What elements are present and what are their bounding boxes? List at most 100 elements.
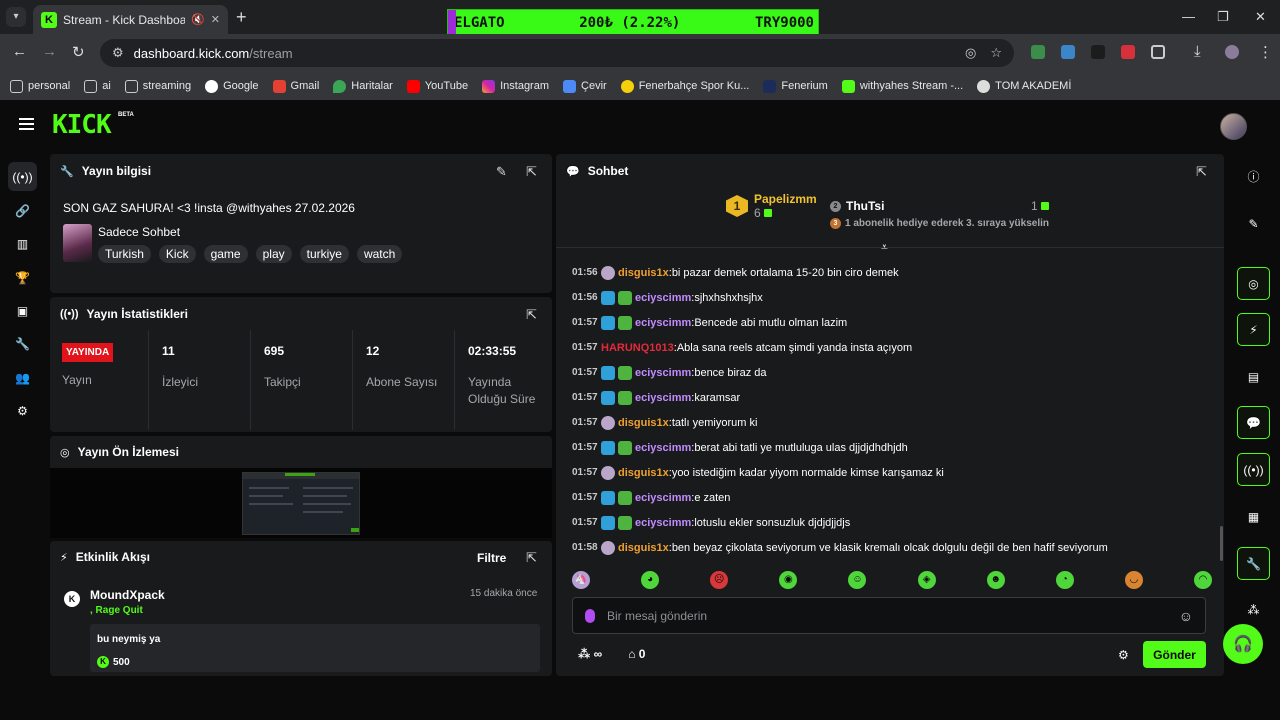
leader1-name[interactable]: Papelizmm (754, 192, 817, 206)
emote-icon[interactable]: ◔ (1055, 571, 1074, 589)
menu-kebab-icon[interactable]: ⋮ (1258, 43, 1273, 61)
message-username[interactable]: eciyscimm (635, 317, 691, 329)
message-username[interactable]: disguis1x (618, 417, 669, 429)
chat-message[interactable]: 01:58 disguis1x: ben beyaz çikolata seviy… (572, 535, 1212, 560)
info-icon[interactable]: ⓘ (1237, 160, 1270, 193)
tag[interactable]: watch (356, 245, 403, 263)
popout-icon[interactable]: ⇱ (526, 164, 537, 180)
message-username[interactable]: eciyscimm (635, 517, 691, 529)
extension-red-icon[interactable] (1121, 45, 1135, 59)
tag[interactable]: turkiye (299, 245, 349, 263)
channel-points[interactable]: ⁂ ∞ (578, 647, 602, 661)
chat-message[interactable]: 01:57 HARUNQ1013: Abla sana reels atcam ş… (572, 335, 1212, 360)
reload-icon[interactable]: ↻ (72, 43, 85, 61)
event-username[interactable]: MoundXpack (90, 588, 165, 602)
extension-dark-icon[interactable] (1091, 45, 1105, 59)
extension-shield-icon[interactable] (1031, 45, 1045, 59)
chat-message[interactable]: 01:57 disguis1x: tatlı yemiyorum ki (572, 410, 1212, 435)
chat-scrollbar[interactable] (1220, 526, 1223, 561)
stats-widget-icon[interactable]: ((•)) (1237, 453, 1270, 486)
chat-message[interactable]: 01:57 eciyscimm: lotuslu ekler sonsuzluk … (572, 510, 1212, 535)
chat-settings-icon[interactable]: ⚙ (1118, 648, 1129, 662)
nav-trophy-icon[interactable]: 🏆 (8, 263, 37, 292)
minimize-icon[interactable]: — (1182, 9, 1195, 24)
notes-icon[interactable]: ▤ (1237, 360, 1270, 393)
bookmark-personal[interactable]: personal (10, 79, 70, 93)
emote-icon[interactable]: ☺ (848, 571, 867, 589)
tag[interactable]: Kick (158, 245, 196, 263)
close-tab-icon[interactable]: ✕ (211, 13, 220, 26)
back-icon[interactable]: ← (12, 43, 27, 60)
emote-icon[interactable]: ☻ (986, 571, 1005, 589)
activity-widget-icon[interactable]: ⚡ (1237, 313, 1270, 346)
bookmark-kick-stream[interactable]: withyahes Stream -... (841, 79, 963, 93)
send-button[interactable]: Gönder (1143, 641, 1206, 668)
message-username[interactable]: disguis1x (618, 267, 669, 279)
popout-icon[interactable]: ⇱ (526, 307, 537, 323)
new-tab-button[interactable]: + (236, 7, 247, 28)
download-icon[interactable]: ⤓ (1194, 43, 1201, 60)
tag[interactable]: game (203, 245, 248, 263)
leader2-name[interactable]: ThuTsi (846, 199, 884, 213)
emoji-picker-icon[interactable]: ☺ (1179, 608, 1193, 624)
bookmark-instagram[interactable]: Instagram (482, 79, 549, 93)
bookmark-fenerbahce[interactable]: Fenerbahçe Spor Ku... (620, 79, 749, 93)
nav-link-icon[interactable]: 🔗 (8, 196, 37, 225)
bookmark-tom-akademi[interactable]: TOM AKADEMİ (977, 79, 1071, 93)
microphone-icon[interactable] (585, 608, 595, 623)
chat-message[interactable]: 01:56 disguis1x: bi pazar demek ortalama … (572, 260, 1212, 285)
chat-message[interactable]: 01:57 disguis1x: yoo istediğim kadar yiyo… (572, 460, 1212, 485)
bookmark-ai[interactable]: ai (84, 79, 111, 93)
chat-message[interactable]: 01:57 eciyscimm: berat abi tatli ye mutlu… (572, 435, 1212, 460)
forward-icon[interactable]: → (42, 43, 57, 60)
support-headset-icon[interactable]: 🎧 (1223, 624, 1263, 664)
bookmark-fenerium[interactable]: Fenerium (763, 79, 828, 93)
nav-video-icon[interactable]: ▣ (8, 296, 37, 325)
collapse-leaderboard-icon[interactable]: ⩡ (881, 240, 888, 255)
chat-message[interactable]: 01:57 eciyscimm: bence biraz da (572, 360, 1212, 385)
stream-info-widget-icon[interactable]: 🔧 (1237, 547, 1270, 580)
emote-icon[interactable]: ◈ (917, 571, 936, 589)
popout-icon[interactable]: ⇱ (1196, 164, 1207, 180)
chat-message[interactable]: 01:56 eciyscimm: sjhxhshxhsjhx (572, 285, 1212, 310)
user-avatar[interactable] (1220, 113, 1247, 140)
stream-category[interactable]: Sadece Sohbet (98, 225, 180, 239)
emote-icon[interactable]: ◡ (1124, 571, 1143, 589)
tab-search-button[interactable]: ▾ (6, 7, 26, 27)
store-button[interactable]: ⌂ 0 (628, 647, 645, 661)
bookmark-gmail[interactable]: Gmail (272, 79, 319, 93)
message-username[interactable]: disguis1x (618, 467, 669, 479)
profile-avatar-icon[interactable] (1225, 45, 1239, 59)
kick-logo[interactable]: KICK (52, 112, 112, 138)
edit-pencil-icon[interactable]: ✎ (496, 164, 507, 180)
nav-tools-icon[interactable]: 🔧 (8, 329, 37, 358)
bookmark-streaming[interactable]: streaming (124, 79, 191, 93)
emote-icon[interactable]: ◕ (641, 571, 660, 589)
bookmark-youtube[interactable]: YouTube (406, 79, 468, 93)
site-info-icon[interactable]: ⚙ (112, 45, 124, 61)
hamburger-menu-icon[interactable] (19, 118, 34, 130)
message-username[interactable]: eciyscimm (635, 442, 691, 454)
extensions-puzzle-icon[interactable] (1151, 45, 1165, 59)
nav-analytics-icon[interactable]: ▥ (8, 229, 37, 258)
bookmark-translate[interactable]: Çevir (563, 79, 607, 93)
bookmark-maps[interactable]: Haritalar (333, 79, 393, 93)
tag[interactable]: play (255, 245, 292, 263)
preview-widget-icon[interactable]: ◎ (1237, 267, 1270, 300)
nav-studio-icon[interactable]: ⚙ (8, 396, 37, 425)
nav-stream-icon[interactable]: ((•)) (8, 162, 37, 191)
chat-message[interactable]: 01:57 eciyscimm: Bencede abi mutlu olman … (572, 310, 1212, 335)
message-username[interactable]: HARUNQ1013 (601, 342, 674, 354)
message-username[interactable]: eciyscimm (635, 367, 691, 379)
edit-icon[interactable]: ✎ (1237, 207, 1270, 240)
chat-widget-icon[interactable]: 💬 (1237, 406, 1270, 439)
nav-users-icon[interactable]: 👥 (8, 363, 37, 392)
chat-input[interactable]: Bir mesaj gönderin ☺ (572, 597, 1206, 634)
tag[interactable]: Turkish (98, 245, 151, 263)
bookmark-star-icon[interactable]: ☆ (990, 45, 1002, 61)
mute-tab-icon[interactable]: 🔇 (191, 13, 205, 26)
message-username[interactable]: disguis1x (618, 542, 669, 554)
emote-icon[interactable]: 🦄 (572, 571, 590, 589)
bookmark-google[interactable]: Google (205, 79, 259, 93)
popout-icon[interactable]: ⇱ (526, 550, 537, 566)
